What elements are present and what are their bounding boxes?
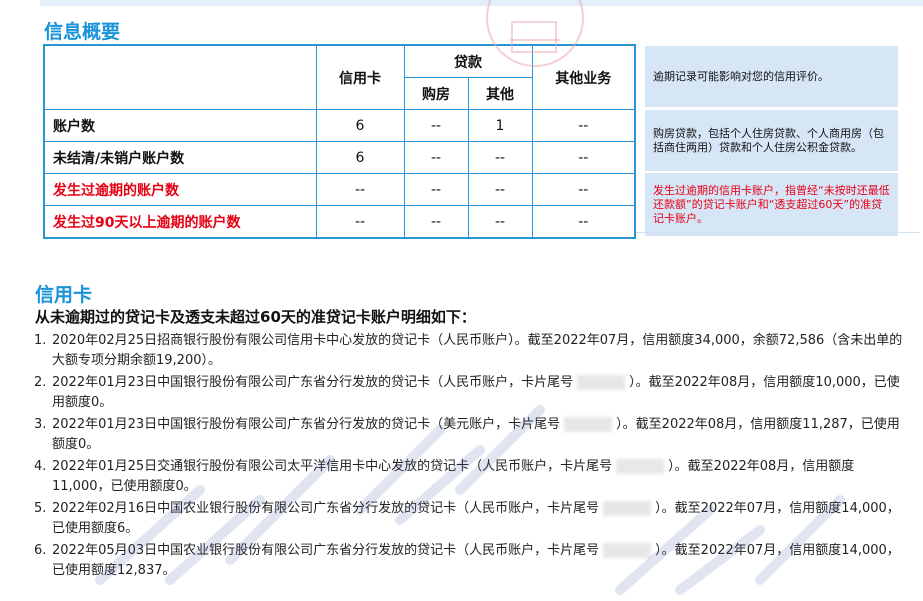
item-number: 4. bbox=[34, 459, 47, 474]
item-text: 2022年02月16日中国农业银行股份有限公司广东省分行发放的贷记卡（人民币账户… bbox=[52, 501, 600, 516]
header-housing: 购房 bbox=[403, 77, 469, 110]
section-title-overview: 信息概要 bbox=[44, 21, 121, 43]
list-item: 5. 2022年02月16日中国农业银行股份有限公司广东省分行发放的贷记卡（人民币… bbox=[34, 499, 906, 539]
row-label: 账户数 bbox=[43, 109, 317, 142]
masked-card-number bbox=[603, 543, 652, 558]
note-housing-loan: 购房贷款，包括个人住房贷款、个人商用房（包括商住两用）贷款和个人住房公积金贷款。 bbox=[645, 110, 898, 171]
item-text: 2020年02月25日招商银行股份有限公司信用卡中心发放的贷记卡（人民币账户）。… bbox=[52, 333, 903, 368]
cell-other: -- bbox=[467, 173, 533, 206]
item-text: 2022年01月25日交通银行股份有限公司太平洋信用卡中心发放的贷记卡（人民币账… bbox=[52, 459, 613, 474]
row-label-warning: 发生过逾期的账户数 bbox=[43, 173, 317, 206]
cell-housing: -- bbox=[403, 109, 469, 142]
list-item: 4. 2022年01月25日交通银行股份有限公司太平洋信用卡中心发放的贷记卡（人民… bbox=[34, 457, 906, 497]
cell-credit-card: -- bbox=[315, 205, 405, 239]
cell-housing: -- bbox=[403, 141, 469, 174]
row-label-warning: 发生过90天以上逾期的账户数 bbox=[43, 205, 317, 239]
table-row: 账户数 6 -- 1 -- bbox=[43, 109, 636, 142]
cell-credit-card: 6 bbox=[315, 109, 405, 142]
masked-card-number bbox=[564, 417, 613, 432]
list-item: 1. 2020年02月25日招商银行股份有限公司信用卡中心发放的贷记卡（人民币账户… bbox=[34, 331, 906, 371]
item-number: 3. bbox=[34, 417, 47, 432]
item-number: 2. bbox=[34, 375, 47, 390]
cell-housing: -- bbox=[403, 205, 469, 239]
cell-other-business: -- bbox=[531, 109, 636, 142]
credit-card-list: 1. 2020年02月25日招商银行股份有限公司信用卡中心发放的贷记卡（人民币账户… bbox=[34, 331, 906, 583]
summary-header-row-1: 信用卡 贷款 其他业务 bbox=[43, 44, 636, 110]
note-text: 购房贷款，包括个人住房贷款、个人商用房（包括商住两用）贷款和个人住房公积金贷款。 bbox=[653, 126, 884, 154]
cell-other-business: -- bbox=[531, 205, 636, 239]
summary-table: 信用卡 贷款 其他业务 购房 其他 账户数 6 -- 1 -- 未结清/未销户账… bbox=[43, 44, 636, 239]
cell-other-business: -- bbox=[531, 173, 636, 206]
list-item: 2. 2022年01月23日中国银行股份有限公司广东省分行发放的贷记卡（人民币账户… bbox=[34, 373, 906, 413]
note-overdue-definition: 发生过逾期的信用卡账户，指曾经“未按时还最低还款额”的贷记卡账户和“透支超过60… bbox=[645, 173, 898, 236]
header-credit-card: 信用卡 bbox=[315, 44, 405, 110]
row-label: 未结清/未销户账户数 bbox=[43, 141, 317, 174]
cell-other: -- bbox=[467, 205, 533, 239]
item-number: 5. bbox=[34, 501, 47, 516]
cell-housing: -- bbox=[403, 173, 469, 206]
cell-other: 1 bbox=[467, 109, 533, 142]
summary-header-blank bbox=[43, 44, 317, 110]
top-band bbox=[40, 0, 923, 6]
masked-card-number bbox=[577, 375, 626, 390]
divider bbox=[636, 232, 920, 233]
header-other-business: 其他业务 bbox=[531, 44, 636, 110]
cell-credit-card: -- bbox=[315, 173, 405, 206]
item-text: 2022年01月23日中国银行股份有限公司广东省分行发放的贷记卡（人民币账户，卡… bbox=[52, 375, 574, 390]
note-overdue-impact: 逾期记录可能影响对您的信用评价。 bbox=[645, 46, 898, 107]
cell-other: -- bbox=[467, 141, 533, 174]
list-item: 3. 2022年01月23日中国银行股份有限公司广东省分行发放的贷记卡（美元账户，… bbox=[34, 415, 906, 455]
list-item: 6. 2022年05月03日中国农业银行股份有限公司广东省分行发放的贷记卡（人民币… bbox=[34, 541, 906, 581]
header-other: 其他 bbox=[467, 77, 533, 110]
cell-other-business: -- bbox=[531, 141, 636, 174]
masked-card-number bbox=[603, 501, 652, 516]
masked-card-number bbox=[616, 459, 665, 474]
table-row: 发生过逾期的账户数 -- -- -- -- bbox=[43, 173, 636, 206]
item-text: 2022年01月23日中国银行股份有限公司广东省分行发放的贷记卡（美元账户，卡片… bbox=[52, 417, 561, 432]
cell-credit-card: 6 bbox=[315, 141, 405, 174]
item-number: 1. bbox=[34, 333, 47, 348]
table-row: 发生过90天以上逾期的账户数 -- -- -- -- bbox=[43, 205, 636, 239]
credit-card-subheading: 从未逾期过的贷记卡及透支未超过60天的准贷记卡账户明细如下： bbox=[35, 308, 476, 326]
note-text: 逾期记录可能影响对您的信用评价。 bbox=[653, 69, 829, 83]
section-title-credit-card: 信用卡 bbox=[35, 284, 93, 306]
item-number: 6. bbox=[34, 543, 47, 558]
item-text: 2022年05月03日中国农业银行股份有限公司广东省分行发放的贷记卡（人民币账户… bbox=[52, 543, 600, 558]
table-row: 未结清/未销户账户数 6 -- -- -- bbox=[43, 141, 636, 174]
note-text: 发生过逾期的信用卡账户，指曾经“未按时还最低还款额”的贷记卡账户和“透支超过60… bbox=[653, 183, 890, 225]
header-loan: 贷款 bbox=[403, 44, 533, 78]
